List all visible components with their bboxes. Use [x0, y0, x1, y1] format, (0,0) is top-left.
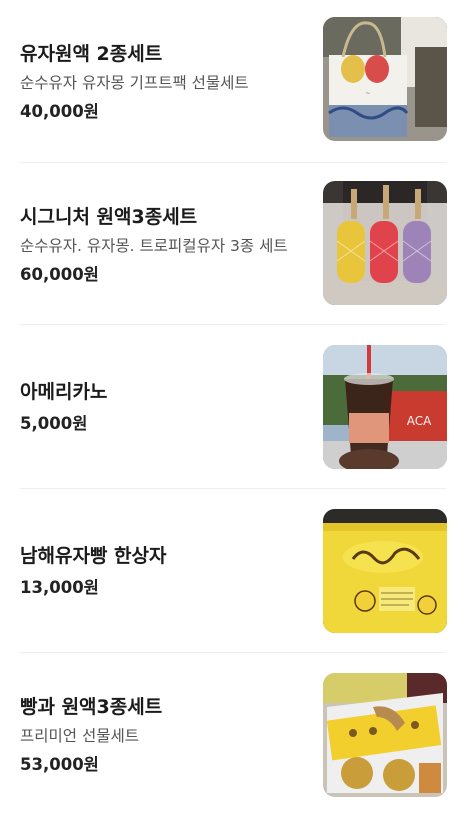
menu-item-price: 5,000원 [20, 414, 88, 433]
menu-item-price: 40,000원 [20, 102, 99, 121]
iced-americano-photo: ACA [323, 345, 447, 469]
menu-item-name: 유자원액 2종세트 [20, 43, 163, 65]
menu-item-text: 시그니처 원액3종세트 순수유자. 유자몽. 트로피컬유자 3종 세트 60,0… [20, 163, 306, 327]
menu-item-signature-juice-3-set[interactable]: 시그니처 원액3종세트 순수유자. 유자몽. 트로피컬유자 3종 세트 60,0… [0, 163, 466, 327]
menu-item-description: 순수유자. 유자몽. 트로피컬유자 3종 세트 [20, 237, 288, 255]
menu-item-price: 13,000원 [20, 578, 99, 597]
gift-bag-photo: ~ [323, 17, 447, 141]
menu-item-name: 빵과 원액3종세트 [20, 696, 163, 718]
menu-item-name: 아메리카노 [20, 381, 108, 403]
menu-item-price: 60,000원 [20, 265, 99, 284]
svg-text:ACA: ACA [407, 414, 432, 428]
menu-item-namhae-yuja-bread-box[interactable]: 남해유자빵 한상자 13,000원 [0, 489, 466, 653]
menu-item-text: 남해유자빵 한상자 13,000원 [20, 489, 306, 653]
menu-item-yuja-juice-2-set[interactable]: 유자원액 2종세트 순수유자 유자몽 기프트팩 선물세트 40,000원 ~ [0, 0, 466, 164]
menu-item-price: 53,000원 [20, 755, 99, 774]
three-bottles-photo [323, 181, 447, 305]
menu-item-text: 아메리카노 5,000원 [20, 325, 306, 489]
menu-item-name: 시그니처 원액3종세트 [20, 206, 198, 228]
menu-item-description: 순수유자 유자몽 기프트팩 선물세트 [20, 74, 249, 92]
bread-and-juice-set-photo [323, 673, 447, 797]
menu-item-name: 남해유자빵 한상자 [20, 545, 167, 567]
yuja-bread-box-photo [323, 509, 447, 633]
menu-item-description: 프리미언 선물세트 [20, 727, 140, 745]
menu-item-americano[interactable]: 아메리카노 5,000원 ACA [0, 325, 466, 489]
menu-item-text: 빵과 원액3종세트 프리미언 선물세트 53,000원 [20, 653, 306, 817]
menu-list: 유자원액 2종세트 순수유자 유자몽 기프트팩 선물세트 40,000원 ~ 시… [0, 0, 466, 804]
menu-item-bread-and-juice-3-set[interactable]: 빵과 원액3종세트 프리미언 선물세트 53,000원 [0, 653, 466, 817]
svg-text:~: ~ [365, 90, 370, 97]
menu-item-text: 유자원액 2종세트 순수유자 유자몽 기프트팩 선물세트 40,000원 [20, 0, 306, 164]
